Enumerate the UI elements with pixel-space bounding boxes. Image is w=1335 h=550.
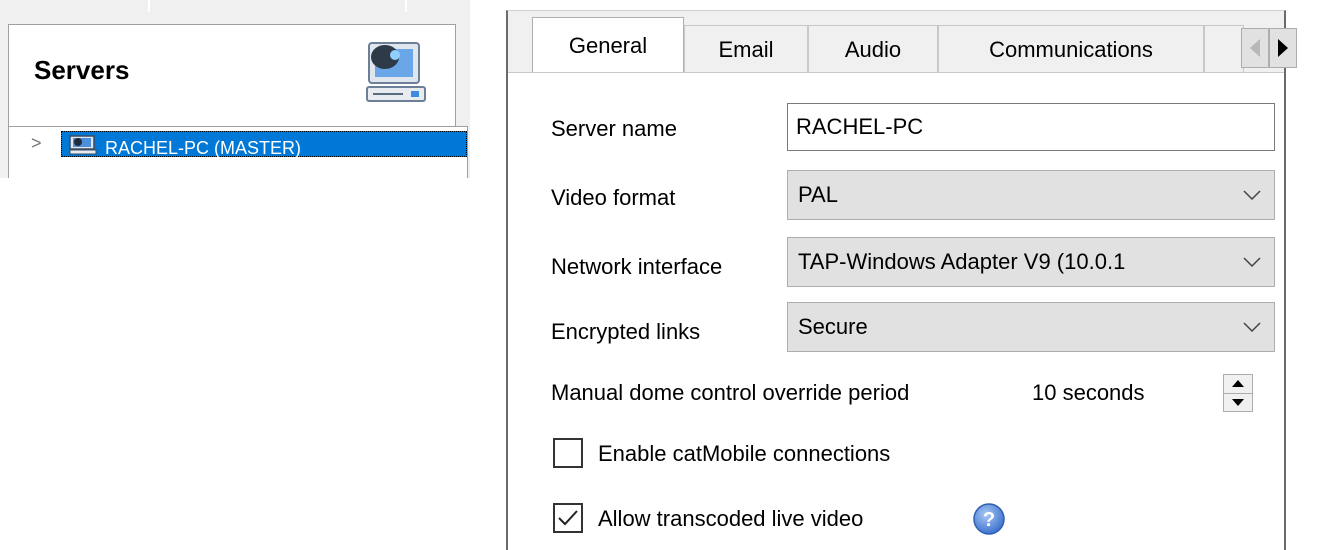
tab-label: Email: [718, 36, 774, 62]
manual-dome-spinner[interactable]: [1223, 374, 1253, 412]
tab-label: Audio: [844, 36, 902, 62]
manual-dome-value[interactable]: 10 seconds: [1032, 380, 1145, 406]
tab-label: General: [568, 32, 648, 58]
spin-up-icon[interactable]: [1232, 380, 1244, 387]
servers-panel: Servers > RACHEL-PC (MASTER): [0, 12, 470, 178]
catmobile-checkbox[interactable]: [553, 438, 583, 468]
tab-content-border: [508, 72, 1284, 73]
video-format-value: PAL: [798, 182, 838, 207]
chevron-down-icon: [1236, 311, 1268, 343]
tab-overflow[interactable]: [1204, 25, 1244, 73]
server-icon: [69, 135, 97, 155]
spinner-divider: [1224, 393, 1252, 394]
tab-email[interactable]: Email: [684, 25, 808, 73]
server-name-value: RACHEL-PC: [796, 114, 924, 139]
transcoded-checkbox[interactable]: [553, 503, 583, 533]
manual-dome-label: Manual dome control override period: [551, 380, 910, 405]
question-mark-icon[interactable]: ?: [972, 502, 1006, 536]
triangle-right-icon: [1278, 39, 1288, 57]
video-format-label: Video format: [551, 185, 676, 210]
tab-audio[interactable]: Audio: [808, 25, 938, 73]
server-name-field[interactable]: RACHEL-PC: [787, 103, 1275, 151]
servers-title: Servers: [34, 55, 130, 85]
tree-item-label: RACHEL-PC (MASTER): [105, 138, 302, 158]
server-tree: > RACHEL-PC (MASTER): [8, 126, 468, 178]
catmobile-label: Enable catMobile connections: [598, 441, 891, 466]
header-divider: [405, 0, 407, 12]
server-monitor-icon: [366, 42, 426, 102]
tab-scroll-left-button[interactable]: [1241, 28, 1269, 68]
checkmark-icon: [558, 510, 578, 526]
network-interface-value: TAP-Windows Adapter V9 (10.0.1: [798, 249, 1126, 274]
tab-general[interactable]: General: [532, 17, 684, 73]
encrypted-links-label: Encrypted links: [551, 319, 701, 344]
tab-communications[interactable]: Communications: [938, 25, 1204, 73]
servers-header: Servers: [8, 24, 456, 128]
spin-down-icon[interactable]: [1232, 399, 1244, 406]
header-divider: [148, 0, 150, 12]
left-panel-header-strip: [0, 0, 470, 12]
triangle-left-icon: [1250, 39, 1260, 57]
svg-text:?: ?: [983, 509, 995, 531]
video-format-select[interactable]: PAL: [787, 170, 1275, 220]
tree-expander-icon[interactable]: >: [31, 133, 42, 154]
transcoded-label: Allow transcoded live video: [598, 506, 864, 531]
tab-scroll-right-button[interactable]: [1269, 28, 1297, 68]
network-interface-select[interactable]: TAP-Windows Adapter V9 (10.0.1: [787, 237, 1275, 287]
chevron-down-icon: [1236, 179, 1268, 211]
encrypted-links-value: Secure: [798, 314, 868, 339]
encrypted-links-select[interactable]: Secure: [787, 302, 1275, 352]
tab-label: Communications: [989, 36, 1153, 62]
chevron-down-icon: [1236, 246, 1268, 278]
server-name-label: Server name: [551, 116, 677, 141]
network-interface-label: Network interface: [551, 254, 723, 279]
